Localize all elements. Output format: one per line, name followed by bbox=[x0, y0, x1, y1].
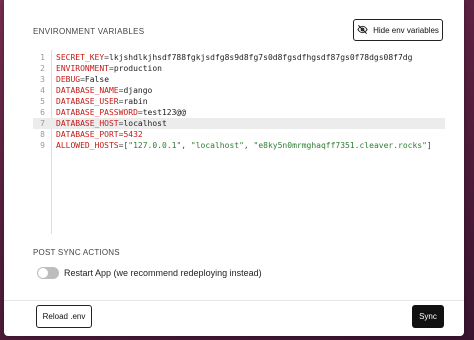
editor-line[interactable]: 4 DATABASE_NAME=django bbox=[33, 85, 445, 96]
env-value: production bbox=[113, 64, 162, 73]
env-key: ALLOWED_HOSTS bbox=[56, 141, 119, 150]
editor-line[interactable]: 1 SECRET_KEY=lkjshdlkjhsdf788fgkjsdfg8s9… bbox=[33, 52, 445, 63]
toggle-knob bbox=[38, 268, 48, 278]
env-value-bracket: ] bbox=[426, 141, 432, 150]
editor-line[interactable]: 2 ENVIRONMENT=production bbox=[33, 63, 445, 74]
env-value: test123@@ bbox=[142, 108, 187, 117]
line-number: 8 bbox=[40, 130, 45, 139]
env-key: DATABASE_PASSWORD bbox=[56, 108, 138, 117]
eye-slash-icon bbox=[357, 24, 368, 37]
hide-env-button-label: Hide env variables bbox=[373, 25, 439, 35]
line-number: 3 bbox=[40, 75, 45, 84]
env-value: rabin bbox=[123, 97, 148, 106]
env-value-separator: , bbox=[181, 141, 191, 150]
editor-line[interactable]: 9 ALLOWED_HOSTS=["127.0.0.1", "localhost… bbox=[33, 140, 445, 151]
line-number: 9 bbox=[40, 141, 45, 150]
reload-env-button[interactable]: Reload .env bbox=[36, 305, 92, 328]
section-title-post-sync: POST SYNC ACTIONS bbox=[33, 248, 120, 257]
env-value-separator: , bbox=[243, 141, 254, 150]
env-editor[interactable]: 1 SECRET_KEY=lkjshdlkjhsdf788fgkjsdfg8s9… bbox=[33, 50, 445, 234]
env-key: DATABASE_PORT bbox=[56, 130, 119, 139]
line-number: 1 bbox=[40, 53, 45, 62]
env-value: django bbox=[123, 86, 153, 95]
env-key: DATABASE_USER bbox=[56, 97, 119, 106]
env-key: SECRET_KEY bbox=[56, 53, 105, 62]
line-number: 4 bbox=[40, 86, 45, 95]
editor-line[interactable]: 5 DATABASE_USER=rabin bbox=[33, 96, 445, 107]
env-value-string: "e8ky5n0mrmghaqff7351.cleaver.rocks" bbox=[253, 141, 427, 150]
restart-app-toggle[interactable] bbox=[37, 267, 59, 279]
line-number: 5 bbox=[40, 97, 45, 106]
env-value: lkjshdlkjhsdf788fgkjsdfg8s9d8fg7s0d8fgsd… bbox=[109, 53, 413, 62]
editor-line[interactable]: 8 DATABASE_PORT=5432 bbox=[33, 129, 445, 140]
env-key: DEBUG bbox=[56, 75, 81, 84]
line-number: 7 bbox=[40, 119, 45, 128]
env-value: False bbox=[84, 75, 110, 84]
editor-line[interactable]: 3 DEBUG=False bbox=[33, 74, 445, 85]
env-key: ENVIRONMENT bbox=[56, 64, 109, 73]
hide-env-button[interactable]: Hide env variables bbox=[353, 19, 443, 41]
sync-button[interactable]: Sync bbox=[412, 305, 444, 328]
env-key: DATABASE_HOST bbox=[56, 119, 119, 128]
env-settings-panel: ENVIRONMENT VARIABLES Hide env variables… bbox=[4, 0, 464, 336]
env-value: localhost bbox=[123, 119, 167, 128]
line-number: 2 bbox=[40, 64, 45, 73]
editor-line[interactable]: 6 DATABASE_PASSWORD=test123@@ bbox=[33, 107, 445, 118]
editor-line-active[interactable]: 7 DATABASE_HOST=localhost bbox=[33, 118, 445, 129]
restart-app-label: Restart App (we recommend redeploying in… bbox=[64, 268, 262, 278]
footer-divider bbox=[4, 300, 464, 301]
line-number: 6 bbox=[40, 108, 45, 117]
env-value-string: "127.0.0.1" bbox=[128, 141, 182, 150]
env-value: 5432 bbox=[123, 130, 143, 139]
section-title-env: ENVIRONMENT VARIABLES bbox=[33, 27, 145, 36]
env-value-string: "localhost" bbox=[190, 141, 244, 150]
env-key: DATABASE_NAME bbox=[56, 86, 119, 95]
